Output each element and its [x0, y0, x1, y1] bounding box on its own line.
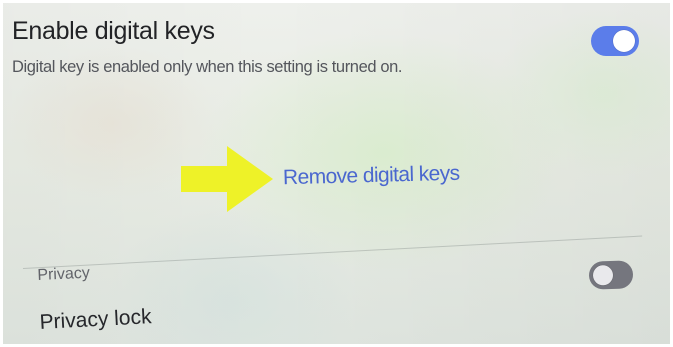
privacy-lock-label[interactable]: Privacy lock	[39, 305, 152, 335]
setting-description: Digital key is enabled only when this se…	[12, 58, 403, 76]
privacy-lock-toggle[interactable]	[588, 260, 634, 290]
section-divider	[22, 235, 643, 269]
setting-title: Enable digital keys	[12, 17, 215, 45]
remove-digital-keys-link[interactable]: Remove digital keys	[283, 162, 460, 191]
right-arrow-icon	[181, 146, 273, 212]
enable-digital-keys-toggle[interactable]	[591, 26, 639, 56]
toggle-knob	[613, 30, 635, 52]
toggle-knob	[592, 264, 614, 286]
screen-frame: Enable digital keys Digital key is enabl…	[3, 3, 670, 344]
privacy-section-header: Privacy	[37, 264, 91, 284]
